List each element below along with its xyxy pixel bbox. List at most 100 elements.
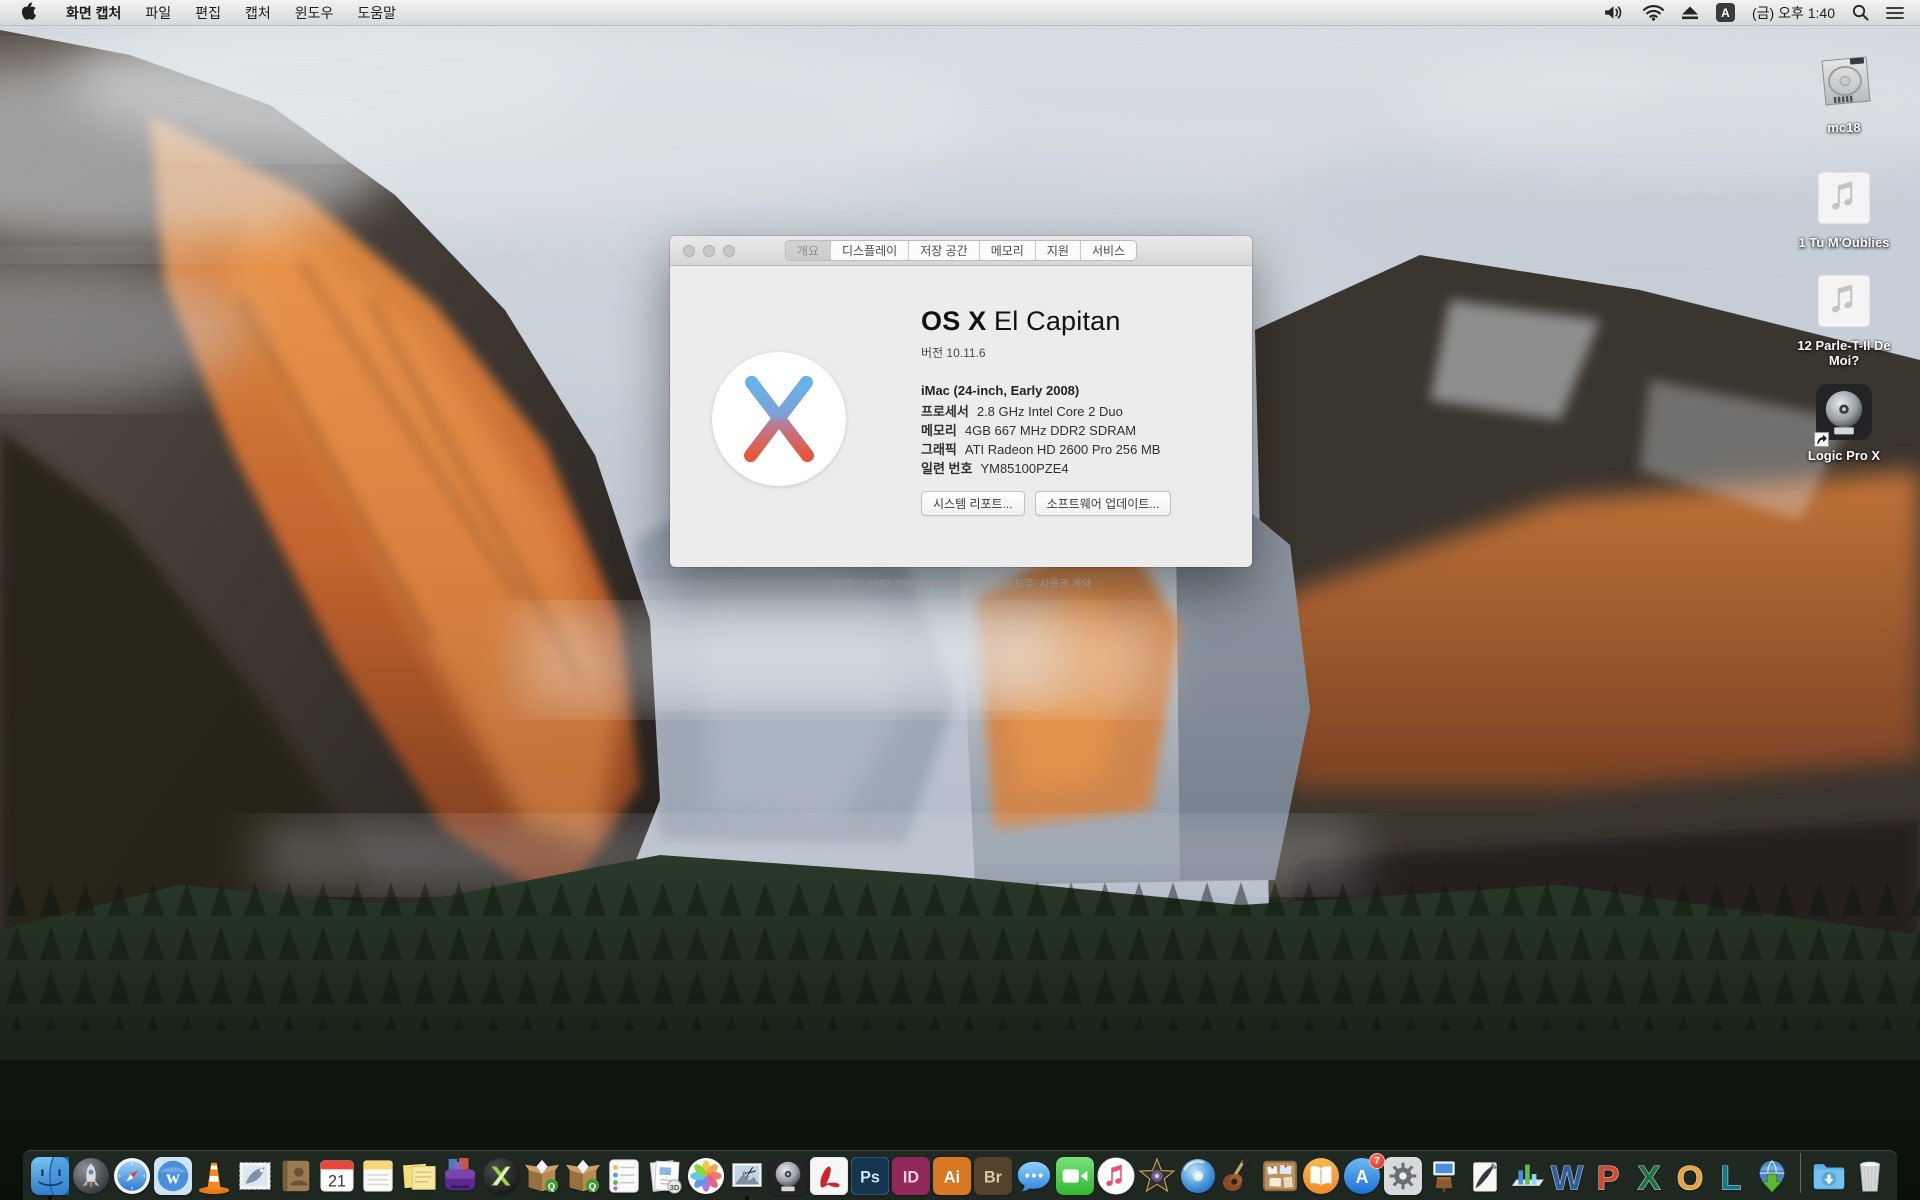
svg-text:P: P <box>1597 1159 1620 1195</box>
input-source-menu[interactable]: A <box>1716 3 1735 22</box>
svg-text:Q: Q <box>589 1181 596 1192</box>
alias-arrow-icon <box>1814 432 1829 447</box>
dock-powerpoint-icon[interactable]: P <box>1589 1157 1627 1195</box>
software-update-button[interactable]: 소프트웨어 업데이트... <box>1035 491 1172 516</box>
dock-notes-icon[interactable] <box>359 1157 397 1195</box>
dock-messages-icon[interactable] <box>1015 1157 1053 1195</box>
dock-mail-icon[interactable] <box>236 1157 274 1195</box>
about-tabs: 개요디스플레이저장 공간메모리지원서비스 <box>785 240 1137 261</box>
desktop-icon-logic-pro-x[interactable]: Logic Pro X <box>1782 384 1906 463</box>
dock-launchpad-icon[interactable] <box>72 1157 110 1195</box>
desktop-icon-12-parle-t-il-de-moi-[interactable]: 12 Parle-T-Il De Moi? <box>1782 272 1906 368</box>
svg-text:Q: Q <box>548 1181 555 1192</box>
dock-outlook-icon[interactable]: O <box>1671 1157 1709 1195</box>
spec-row: 그래픽ATI Radeon HD 2600 Pro 256 MB <box>921 440 1231 459</box>
dock-photos-icon[interactable] <box>687 1157 725 1195</box>
wallpaper-el-capitan <box>0 0 1920 1200</box>
svg-text:A: A <box>1355 1167 1368 1187</box>
dock-reminders-icon[interactable] <box>605 1157 643 1195</box>
menu-clock[interactable]: (금) 오후 1:40 <box>1752 3 1835 23</box>
svg-text:21: 21 <box>328 1172 346 1190</box>
tab-지원[interactable]: 지원 <box>1036 241 1081 260</box>
dock-toast-icon[interactable] <box>441 1157 479 1195</box>
svg-text:X: X <box>1638 1159 1661 1195</box>
dock-facetime-icon[interactable] <box>1056 1157 1094 1195</box>
dock-iweb-icon[interactable]: w <box>154 1157 192 1195</box>
menu-app[interactable]: 화면 캡처 <box>54 0 133 25</box>
dock-trash-icon[interactable] <box>1851 1157 1889 1195</box>
dock-lync-icon[interactable]: L <box>1712 1157 1750 1195</box>
apple-logo-icon <box>20 2 36 23</box>
svg-text:L: L <box>1721 1159 1742 1195</box>
dock-app-store-icon[interactable]: A7 <box>1343 1157 1381 1195</box>
menu-편집[interactable]: 편집 <box>183 0 233 25</box>
dock-screen-capture-icon[interactable]: ✂ <box>728 1157 766 1195</box>
spec-row: 일련 번호YM85100PZE4 <box>921 459 1231 478</box>
os-title: OS X El Capitan <box>921 306 1231 337</box>
dock-idvd-icon[interactable] <box>1179 1157 1217 1195</box>
dock-imovie-icon[interactable] <box>1138 1157 1176 1195</box>
dock-itunes-icon[interactable] <box>1097 1157 1135 1195</box>
tab-디스플레이[interactable]: 디스플레이 <box>831 241 909 260</box>
menu-캡처[interactable]: 캡처 <box>233 0 283 25</box>
dock-pages-icon[interactable] <box>1466 1157 1504 1195</box>
wifi-icon[interactable] <box>1643 4 1664 21</box>
dock-logic-pro-icon[interactable] <box>769 1157 807 1195</box>
close-button[interactable] <box>683 245 695 257</box>
spec-list: 프로세서2.8 GHz Intel Core 2 Duo메모리4GB 667 M… <box>921 402 1231 478</box>
dock-contacts-icon[interactable] <box>277 1157 315 1195</box>
dock-downloads-folder-icon[interactable] <box>1810 1157 1848 1195</box>
dock-indesign-icon[interactable]: ID <box>892 1157 930 1195</box>
spec-row: 프로세서2.8 GHz Intel Core 2 Duo <box>921 402 1231 421</box>
eject-icon[interactable] <box>1681 5 1699 20</box>
dock-stuffit-expander-icon[interactable]: Q <box>523 1157 561 1195</box>
dock-web-download-icon[interactable] <box>1753 1157 1791 1195</box>
running-indicator <box>48 1196 52 1200</box>
svg-text:W: W <box>1551 1159 1584 1195</box>
tab-서비스[interactable]: 서비스 <box>1081 241 1136 260</box>
dock-quarkxpress-icon[interactable] <box>482 1157 520 1195</box>
tab-메모리[interactable]: 메모리 <box>980 241 1036 260</box>
menu-파일[interactable]: 파일 <box>133 0 183 25</box>
desktop-icon-mc18[interactable]: mc18 <box>1782 54 1906 135</box>
desktop-icon-label: mc18 <box>1827 120 1860 135</box>
minimize-button[interactable] <box>703 245 715 257</box>
notification-center-icon[interactable] <box>1886 6 1904 20</box>
spotlight-icon[interactable] <box>1852 4 1869 21</box>
apple-menu[interactable] <box>0 0 54 25</box>
dock-corkboard-icon[interactable] <box>1261 1157 1299 1195</box>
zoom-button[interactable] <box>723 245 735 257</box>
dock-safari-icon[interactable] <box>113 1157 151 1195</box>
dock-garageband-icon[interactable] <box>1220 1157 1258 1195</box>
window-titlebar[interactable]: 개요디스플레이저장 공간메모리지원서비스 <box>670 236 1252 266</box>
desktop-icon-1-tu-m-oublies[interactable]: 1 Tu M'Oublies <box>1782 169 1906 250</box>
dock-separator <box>1800 1153 1801 1193</box>
dock-word-icon[interactable]: W <box>1548 1157 1586 1195</box>
dock-bridge-icon[interactable]: Br <box>974 1157 1012 1195</box>
svg-text:ID: ID <box>903 1169 919 1187</box>
dock-stuffit-archiver-icon[interactable]: Q <box>564 1157 602 1195</box>
dock-document-3d-icon[interactable]: 3D <box>646 1157 684 1195</box>
volume-icon[interactable] <box>1603 4 1626 21</box>
dock-acrobat-icon[interactable] <box>810 1157 848 1195</box>
dock-stickies-icon[interactable] <box>400 1157 438 1195</box>
dock-excel-icon[interactable]: X <box>1630 1157 1668 1195</box>
svg-text:Ai: Ai <box>944 1169 960 1187</box>
dock-illustrator-icon[interactable]: Ai <box>933 1157 971 1195</box>
dock-ibooks-icon[interactable] <box>1302 1157 1340 1195</box>
tab-개요[interactable]: 개요 <box>786 241 831 260</box>
menu-윈도우[interactable]: 윈도우 <box>283 0 346 25</box>
desktop-icon-label: Logic Pro X <box>1808 448 1880 463</box>
dock-keynote-icon[interactable] <box>1425 1157 1463 1195</box>
menu-도움말[interactable]: 도움말 <box>345 0 408 25</box>
dock-vlc-icon[interactable] <box>195 1157 233 1195</box>
dock-finder-icon[interactable] <box>31 1157 69 1195</box>
system-report-button[interactable]: 시스템 리포트... <box>921 491 1025 516</box>
dock-numbers-icon[interactable] <box>1507 1157 1545 1195</box>
dock-system-preferences-icon[interactable] <box>1384 1157 1422 1195</box>
dock-calendar-icon[interactable]: 21 <box>318 1157 356 1195</box>
svg-text:Ps: Ps <box>860 1169 880 1187</box>
tab-저장 공간[interactable]: 저장 공간 <box>909 241 980 260</box>
mac-model: iMac (24-inch, Early 2008) <box>921 383 1231 398</box>
dock-photoshop-icon[interactable]: Ps <box>851 1157 889 1195</box>
